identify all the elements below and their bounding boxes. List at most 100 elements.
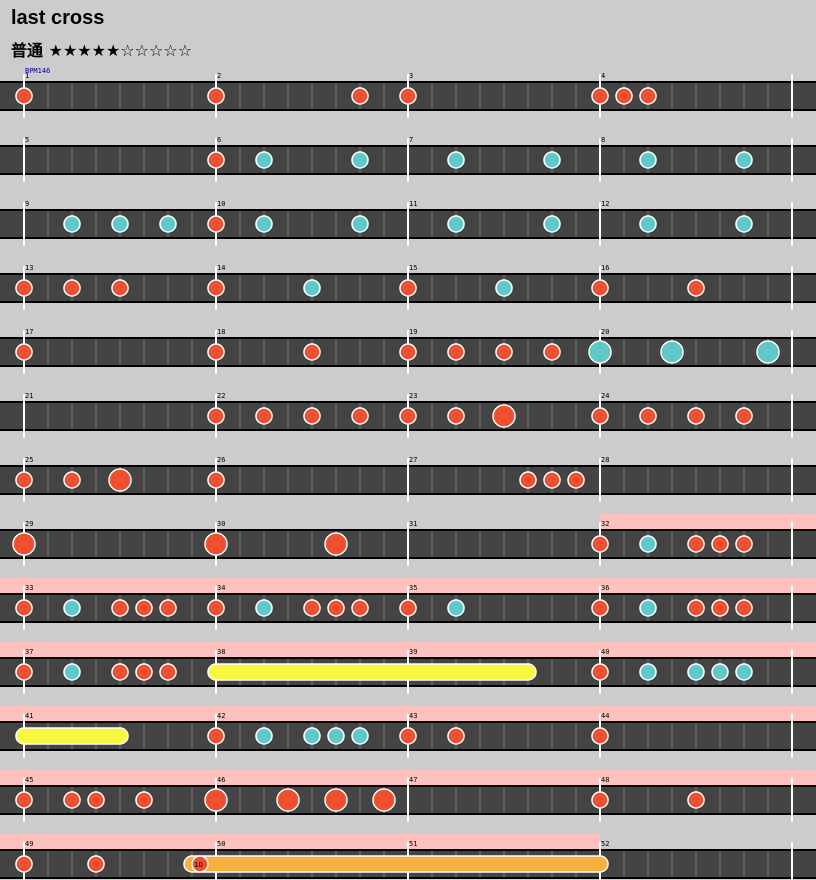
- measure-number: 25: [25, 456, 33, 464]
- don-big-note: [372, 788, 396, 812]
- measure-number: 9: [25, 200, 29, 208]
- don-note: [15, 663, 33, 681]
- drumroll-note: [207, 663, 537, 681]
- ka-note: [63, 215, 81, 233]
- ka-note: [543, 151, 561, 169]
- don-note: [15, 471, 33, 489]
- measure-number: 16: [601, 264, 609, 272]
- ka-note: [351, 727, 369, 745]
- measure-number: 26: [217, 456, 225, 464]
- measure-number: 47: [409, 776, 417, 784]
- ka-note: [447, 151, 465, 169]
- don-note: [399, 727, 417, 745]
- don-note: [351, 599, 369, 617]
- ka-note: [351, 151, 369, 169]
- ka-note: [735, 215, 753, 233]
- measure-number: 34: [217, 584, 225, 592]
- measure-number: 2: [217, 72, 221, 80]
- measure-number: 22: [217, 392, 225, 400]
- balloon-count: 10: [194, 861, 203, 869]
- balloon-note: [183, 855, 609, 873]
- measure-number: 37: [25, 648, 33, 656]
- don-note: [591, 663, 609, 681]
- drumroll-note: [15, 727, 129, 745]
- don-note: [543, 343, 561, 361]
- don-note: [87, 855, 105, 873]
- don-note: [135, 599, 153, 617]
- don-note: [15, 599, 33, 617]
- don-note: [63, 471, 81, 489]
- don-note: [327, 599, 345, 617]
- don-note: [15, 855, 33, 873]
- ka-note: [543, 215, 561, 233]
- don-note: [591, 535, 609, 553]
- measure-number: 29: [25, 520, 33, 528]
- measure-number: 14: [217, 264, 225, 272]
- don-note: [63, 279, 81, 297]
- don-note: [207, 599, 225, 617]
- ka-note: [63, 663, 81, 681]
- don-big-note: [324, 788, 348, 812]
- don-note: [399, 343, 417, 361]
- measure-number: 44: [601, 712, 609, 720]
- don-note: [591, 599, 609, 617]
- don-note: [207, 407, 225, 425]
- don-note: [135, 791, 153, 809]
- don-note: [687, 791, 705, 809]
- don-note: [159, 599, 177, 617]
- don-note: [207, 87, 225, 105]
- bpm-label: BPM146: [25, 67, 50, 75]
- ka-note: [639, 215, 657, 233]
- don-note: [591, 279, 609, 297]
- don-note: [711, 599, 729, 617]
- don-note: [399, 279, 417, 297]
- ka-big-note: [588, 340, 612, 364]
- don-note: [303, 599, 321, 617]
- measure-number: 33: [25, 584, 33, 592]
- don-note: [735, 599, 753, 617]
- measure-number: 49: [25, 840, 33, 848]
- measure-number: 40: [601, 648, 609, 656]
- ka-note: [255, 151, 273, 169]
- ka-note: [111, 215, 129, 233]
- don-note: [399, 87, 417, 105]
- ka-note: [255, 727, 273, 745]
- ka-note: [63, 599, 81, 617]
- don-note: [111, 599, 129, 617]
- measure-number: 7: [409, 136, 413, 144]
- measure-number: 41: [25, 712, 33, 720]
- measure-number: 21: [25, 392, 33, 400]
- don-note: [159, 663, 177, 681]
- don-note: [303, 343, 321, 361]
- don-note: [711, 535, 729, 553]
- don-note: [111, 279, 129, 297]
- measure-number: 51: [409, 840, 417, 848]
- don-note: [447, 343, 465, 361]
- don-note: [615, 87, 633, 105]
- don-note: [207, 279, 225, 297]
- ka-note: [447, 215, 465, 233]
- measure-number: 35: [409, 584, 417, 592]
- measure-number: 38: [217, 648, 225, 656]
- don-note: [687, 599, 705, 617]
- don-note: [519, 471, 537, 489]
- don-note: [447, 727, 465, 745]
- ka-note: [687, 663, 705, 681]
- measure-number: 36: [601, 584, 609, 592]
- don-note: [639, 87, 657, 105]
- don-note: [87, 791, 105, 809]
- measure-number: 12: [601, 200, 609, 208]
- ka-note: [711, 663, 729, 681]
- measure-number: 24: [601, 392, 609, 400]
- ka-note: [327, 727, 345, 745]
- ka-note: [639, 599, 657, 617]
- measure-number: 32: [601, 520, 609, 528]
- ka-note: [639, 663, 657, 681]
- measure-number: 17: [25, 328, 33, 336]
- measure-number: 19: [409, 328, 417, 336]
- ka-note: [303, 279, 321, 297]
- don-note: [351, 87, 369, 105]
- don-note: [303, 407, 321, 425]
- don-note: [591, 791, 609, 809]
- don-note: [15, 791, 33, 809]
